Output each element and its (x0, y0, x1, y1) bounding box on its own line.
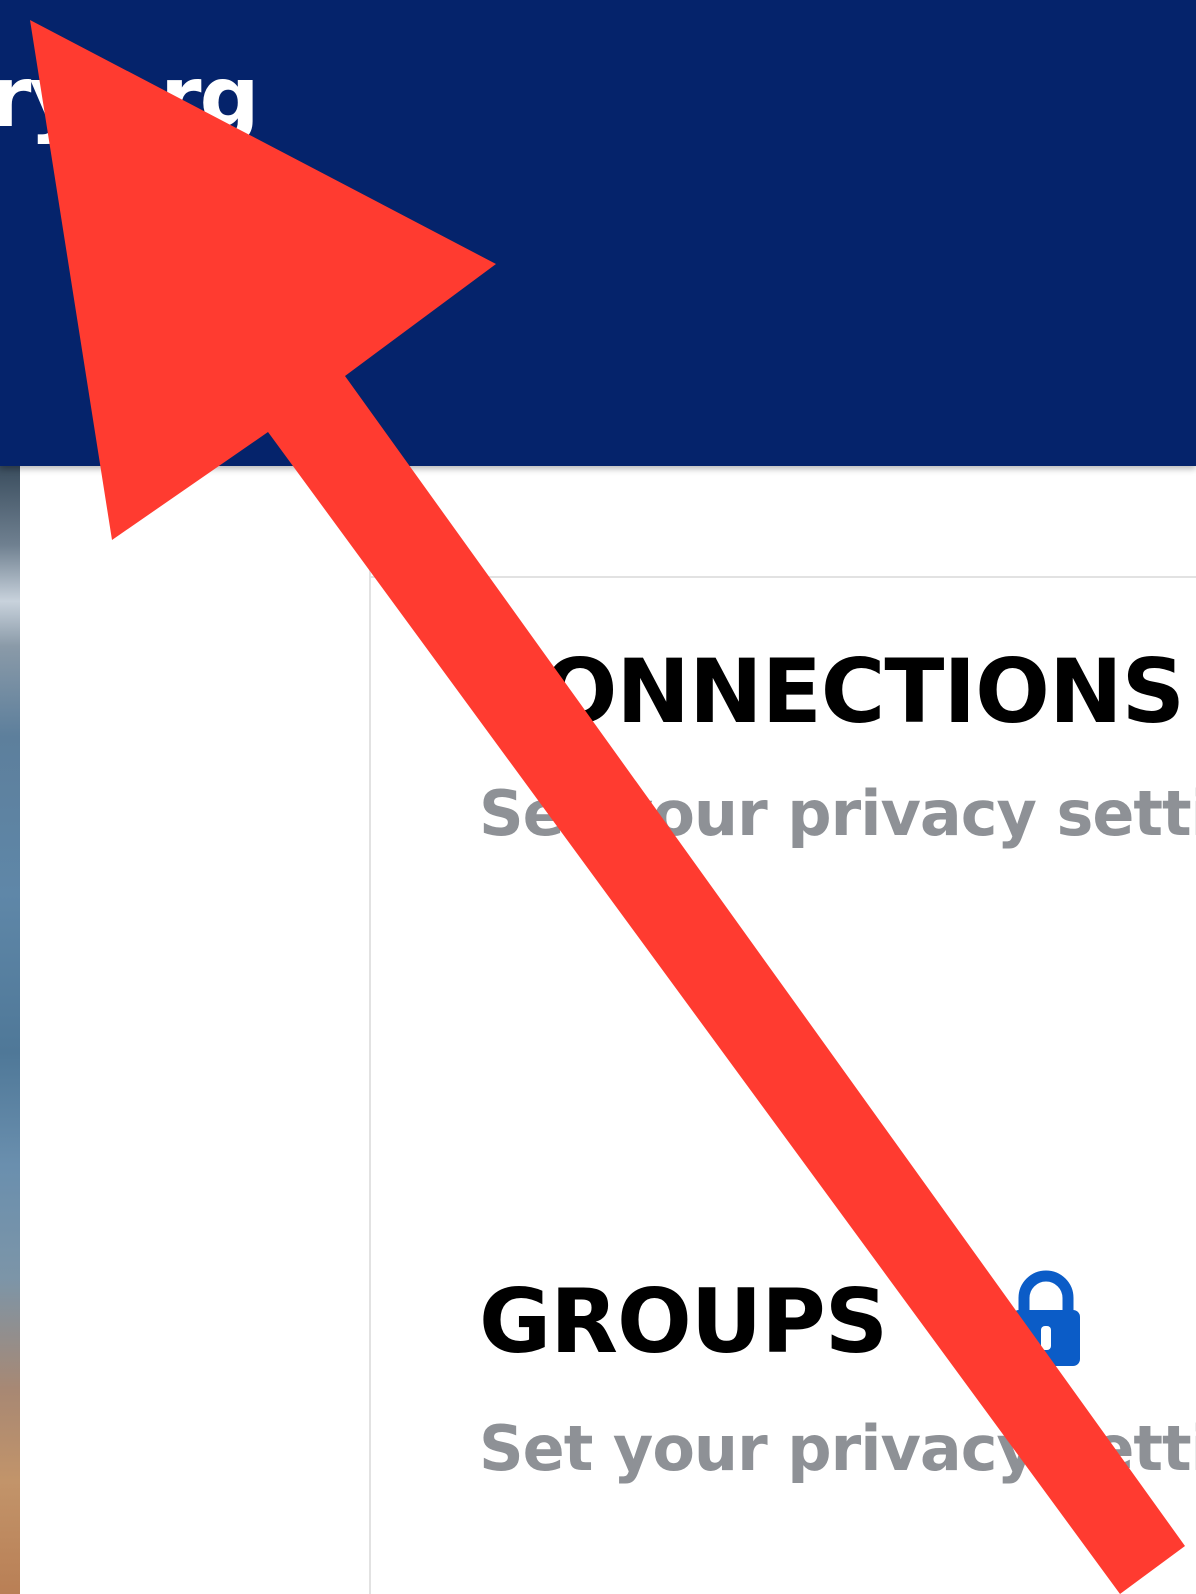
groups-section[interactable]: GROUPS Set your privacy settings (371, 1128, 1196, 1594)
top-header: ry.org (0, 0, 1196, 466)
groups-title: GROUPS (479, 1270, 888, 1373)
site-name[interactable]: ry.org (0, 55, 260, 139)
connections-description: Set your privacy settings (479, 777, 1196, 850)
page: ry.org CONNECTIONS Set your privacy sett… (0, 0, 1196, 1594)
background-photo (0, 466, 20, 1594)
left-column (20, 466, 371, 1594)
lock-icon (1012, 1270, 1080, 1366)
groups-description: Set your privacy settings (479, 1412, 1196, 1485)
connections-section[interactable]: CONNECTIONS Set your privacy settings (371, 576, 1196, 1130)
connections-title: CONNECTIONS (479, 640, 1185, 743)
